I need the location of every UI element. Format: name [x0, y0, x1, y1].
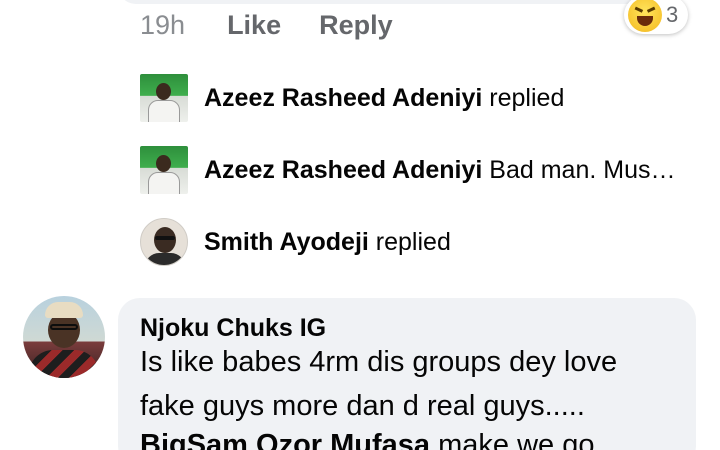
- reply-snippet: replied: [375, 227, 451, 256]
- previous-comment-bubble: [118, 0, 688, 4]
- avatar[interactable]: [140, 218, 188, 266]
- reply-preview[interactable]: Azeez Rasheed Adeniyi Bad man. Mus…: [140, 146, 675, 194]
- reply-preview[interactable]: Azeez Rasheed Adeniyi replied: [140, 74, 564, 122]
- reply-button[interactable]: Reply: [319, 10, 393, 41]
- reply-snippet: Bad man. Mus…: [489, 155, 676, 184]
- comment-actions-row: 19h Like Reply: [140, 8, 393, 42]
- reply-snippet: replied: [489, 83, 565, 112]
- reaction-count: 3: [666, 2, 679, 27]
- commenter-avatar[interactable]: [23, 296, 105, 378]
- reply-author-name[interactable]: Smith Ayodeji: [204, 228, 369, 256]
- avatar[interactable]: [140, 74, 188, 122]
- comment-author-name[interactable]: Njoku Chuks IG: [140, 314, 326, 343]
- comment-text-line: Is like babes 4rm dis groups dey love: [140, 346, 618, 378]
- reply-author-name[interactable]: Azeez Rasheed Adeniyi: [204, 84, 482, 112]
- comment-text-line: BigSam Ozor Mufasa make we go: [140, 429, 594, 450]
- avatar[interactable]: [140, 146, 188, 194]
- comment-text-fragment: make we go: [430, 429, 595, 450]
- haha-emoji-icon: [628, 0, 662, 32]
- like-button[interactable]: Like: [227, 10, 281, 41]
- mention-link[interactable]: BigSam Ozor Mufasa: [140, 429, 430, 450]
- comment-text-line: fake guys more dan d real guys.....: [140, 390, 585, 422]
- reply-author-name[interactable]: Azeez Rasheed Adeniyi: [204, 156, 482, 184]
- comment-timestamp: 19h: [140, 9, 186, 40]
- reply-preview[interactable]: Smith Ayodeji replied: [140, 218, 451, 266]
- reaction-summary[interactable]: 3: [624, 0, 689, 34]
